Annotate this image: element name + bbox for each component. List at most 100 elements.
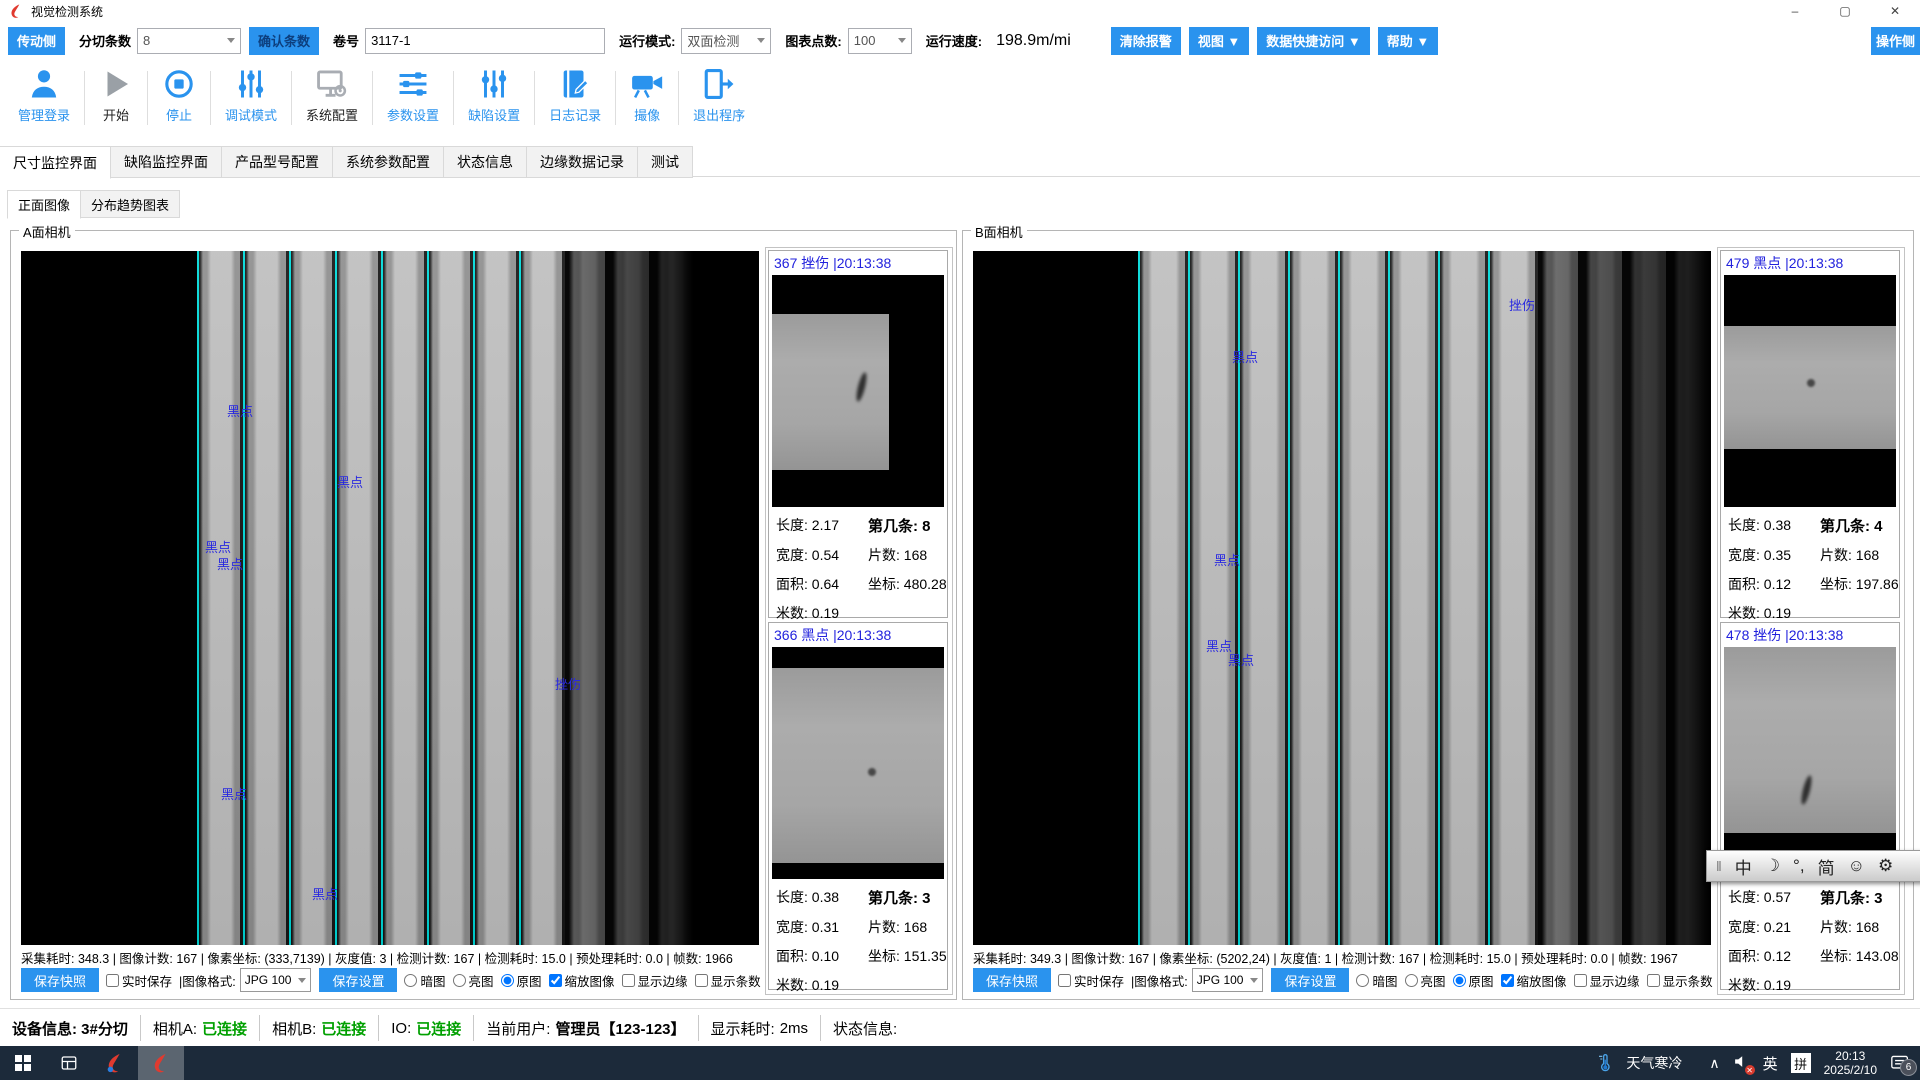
tab-尺寸监控界面[interactable]: 尺寸监控界面 bbox=[0, 146, 111, 179]
image-mode-亮图[interactable]: 亮图 bbox=[1405, 971, 1446, 990]
ime-punctuation-icon[interactable]: °, bbox=[1793, 856, 1805, 876]
taskbar-app-1[interactable] bbox=[92, 1046, 138, 1080]
chart-points-select[interactable]: 100 bbox=[848, 28, 912, 54]
camera-live-image: 挫伤黑点黑点黑点黑点 bbox=[973, 251, 1711, 945]
show-strip-count[interactable]: 显示条数 bbox=[695, 971, 761, 990]
help-menu-button[interactable]: 帮助 ▼ bbox=[1378, 27, 1438, 55]
show-strip-count-checkbox[interactable] bbox=[1647, 974, 1660, 987]
view-menu-button[interactable]: 视图 ▼ bbox=[1189, 27, 1249, 55]
show-edge-checkbox[interactable] bbox=[1574, 974, 1587, 987]
zoom-image[interactable]: 缩放图像 bbox=[1501, 971, 1567, 990]
toolbar-button-play[interactable]: 开始 bbox=[85, 59, 147, 124]
confirm-count-button[interactable]: 确认条数 bbox=[249, 27, 319, 55]
run-mode-select[interactable]: 双面检测 bbox=[681, 28, 771, 54]
ime-drag-handle[interactable]: ‖ bbox=[1716, 858, 1722, 874]
volume-muted-icon[interactable]: ✕ bbox=[1733, 1053, 1750, 1073]
save-snapshot-button[interactable]: 保存快照 bbox=[21, 968, 99, 992]
image-mode-radio[interactable] bbox=[501, 974, 514, 987]
panel-title: A面相机 bbox=[19, 222, 75, 241]
radio-label: 原图 bbox=[517, 971, 542, 990]
subtab-分布趋势图表[interactable]: 分布趋势图表 bbox=[80, 190, 180, 218]
clear-alarm-button[interactable]: 清除报警 bbox=[1111, 27, 1181, 55]
zoom-image[interactable]: 缩放图像 bbox=[549, 971, 615, 990]
toolbar-button-log[interactable]: 日志记录 bbox=[535, 59, 615, 124]
defect-thumbnail[interactable] bbox=[1724, 647, 1896, 879]
tab-状态信息[interactable]: 状态信息 bbox=[443, 146, 527, 178]
camera-b-label: 相机B: bbox=[272, 1018, 316, 1039]
realtime-save-checkbox[interactable] bbox=[106, 974, 119, 987]
tab-产品型号配置[interactable]: 产品型号配置 bbox=[221, 146, 333, 178]
defect-thumbnail[interactable] bbox=[772, 647, 944, 879]
language-indicator[interactable]: 英 bbox=[1763, 1053, 1778, 1074]
image-format-select[interactable]: JPG 100 bbox=[240, 968, 312, 992]
start-button[interactable] bbox=[0, 1046, 46, 1080]
maximize-button[interactable]: ▢ bbox=[1820, 0, 1870, 22]
tab-缺陷监控界面[interactable]: 缺陷监控界面 bbox=[110, 146, 222, 178]
defect-region bbox=[772, 314, 889, 469]
task-view-button[interactable] bbox=[46, 1046, 92, 1080]
defect-thumbnail[interactable] bbox=[1724, 275, 1896, 507]
zoom-image-checkbox[interactable] bbox=[1501, 974, 1514, 987]
image-mode-radio[interactable] bbox=[1453, 974, 1466, 987]
image-mode-radio[interactable] bbox=[1356, 974, 1369, 987]
save-settings-button[interactable]: 保存设置 bbox=[1271, 968, 1349, 992]
image-mode-radio[interactable] bbox=[453, 974, 466, 987]
image-mode-暗图[interactable]: 暗图 bbox=[404, 971, 445, 990]
slit-count-select[interactable]: 8 bbox=[137, 28, 241, 54]
operate-side-button[interactable]: 操作侧 bbox=[1871, 27, 1920, 55]
data-quick-access-menu-button[interactable]: 数据快捷访问 ▼ bbox=[1257, 27, 1369, 55]
panel-controls: 保存快照实时保存|图像格式:JPG 100保存设置暗图亮图原图缩放图像显示边缘显… bbox=[21, 966, 763, 994]
show-edge-checkbox[interactable] bbox=[622, 974, 635, 987]
image-defect-label-黑点: 黑点 bbox=[221, 784, 247, 803]
zoom-image-checkbox[interactable] bbox=[549, 974, 562, 987]
ime-moon-icon[interactable]: ☽ bbox=[1765, 856, 1780, 876]
taskbar-app-2-active[interactable] bbox=[138, 1046, 184, 1080]
tab-系统参数配置[interactable]: 系统参数配置 bbox=[332, 146, 444, 178]
drive-side-button[interactable]: 传动侧 bbox=[8, 27, 65, 55]
ime-simplified-icon[interactable]: 简 bbox=[1818, 854, 1835, 879]
show-edge-label: 显示边缘 bbox=[1590, 971, 1640, 990]
ime-emoji-icon[interactable]: ☺ bbox=[1848, 856, 1865, 876]
roll-number-input[interactable] bbox=[365, 28, 605, 54]
ime-indicator[interactable]: 拼 bbox=[1791, 1053, 1811, 1073]
defect-thumbnail[interactable] bbox=[772, 275, 944, 507]
close-button[interactable]: ✕ bbox=[1870, 0, 1920, 22]
realtime-save[interactable]: 实时保存 bbox=[1058, 971, 1124, 990]
show-strip-count[interactable]: 显示条数 bbox=[1647, 971, 1713, 990]
toolbar-button-slidersV[interactable]: 调试模式 bbox=[211, 59, 291, 124]
realtime-save-checkbox[interactable] bbox=[1058, 974, 1071, 987]
toolbar-button-slidersV2[interactable]: 缺陷设置 bbox=[454, 59, 534, 124]
ime-chinese-mode[interactable]: 中 bbox=[1735, 854, 1752, 879]
show-edge[interactable]: 显示边缘 bbox=[1574, 971, 1640, 990]
panel-controls: 保存快照实时保存|图像格式:JPG 100保存设置暗图亮图原图缩放图像显示边缘显… bbox=[973, 966, 1715, 994]
image-mode-原图[interactable]: 原图 bbox=[1453, 971, 1494, 990]
app-logo-icon bbox=[150, 1052, 172, 1074]
toolbar-button-monitorGear[interactable]: 系统配置 bbox=[292, 59, 372, 124]
save-snapshot-button[interactable]: 保存快照 bbox=[973, 968, 1051, 992]
image-mode-radio[interactable] bbox=[404, 974, 417, 987]
save-settings-button[interactable]: 保存设置 bbox=[319, 968, 397, 992]
toolbar-button-slidersH[interactable]: 参数设置 bbox=[373, 59, 453, 124]
action-center-button[interactable]: 6 bbox=[1890, 1054, 1910, 1072]
show-edge[interactable]: 显示边缘 bbox=[622, 971, 688, 990]
ime-settings-gear-icon[interactable]: ⚙ bbox=[1878, 856, 1893, 876]
tab-测试[interactable]: 测试 bbox=[637, 146, 693, 178]
image-mode-原图[interactable]: 原图 bbox=[501, 971, 542, 990]
image-mode-radio[interactable] bbox=[1405, 974, 1418, 987]
toolbar-button-user[interactable]: 管理登录 bbox=[4, 59, 84, 124]
image-mode-亮图[interactable]: 亮图 bbox=[453, 971, 494, 990]
toolbar-button-stop[interactable]: 停止 bbox=[148, 59, 210, 124]
image-mode-暗图[interactable]: 暗图 bbox=[1356, 971, 1397, 990]
toolbar-button-camera[interactable]: 撮像 bbox=[616, 59, 678, 124]
tray-expand-chevron[interactable]: ∧ bbox=[1709, 1055, 1719, 1072]
speed-value: 198.9m/mi bbox=[990, 32, 1077, 50]
toolbar-button-exit[interactable]: 退出程序 bbox=[679, 59, 759, 124]
toolbar-button-label: 参数设置 bbox=[387, 105, 439, 124]
tab-边缘数据记录[interactable]: 边缘数据记录 bbox=[526, 146, 638, 178]
show-strip-count-checkbox[interactable] bbox=[695, 974, 708, 987]
minimize-button[interactable]: – bbox=[1770, 0, 1820, 22]
realtime-save[interactable]: 实时保存 bbox=[106, 971, 172, 990]
subtab-正面图像[interactable]: 正面图像 bbox=[7, 190, 81, 219]
taskbar-clock[interactable]: 20:13 2025/2/10 bbox=[1824, 1049, 1877, 1077]
image-format-select[interactable]: JPG 100 bbox=[1192, 968, 1264, 992]
